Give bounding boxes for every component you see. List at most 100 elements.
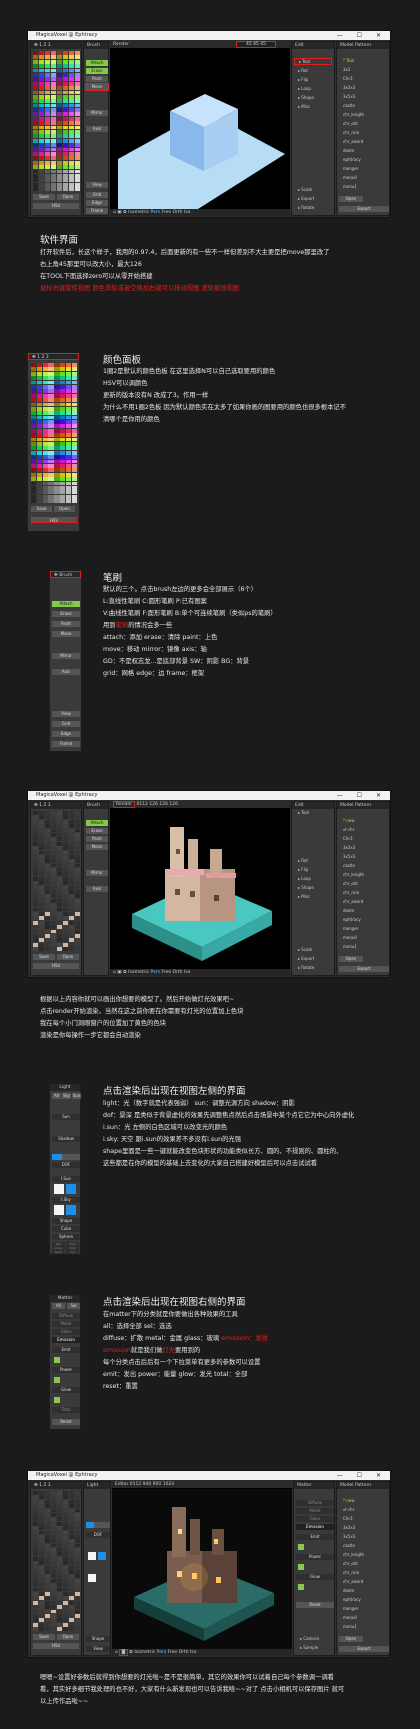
palette-swatch[interactable] bbox=[68, 94, 75, 99]
palette-swatch[interactable] bbox=[36, 433, 43, 438]
palette-swatch[interactable] bbox=[33, 1578, 39, 1583]
edit-header[interactable]: Edit bbox=[292, 42, 334, 49]
palette-swatch[interactable] bbox=[31, 490, 37, 495]
palette-swatch[interactable] bbox=[44, 947, 51, 951]
palette-swatch[interactable] bbox=[50, 1605, 57, 1609]
palette-swatch[interactable] bbox=[56, 103, 63, 108]
palette-swatch[interactable] bbox=[33, 890, 39, 894]
palette-swatch[interactable] bbox=[62, 1618, 69, 1623]
total-button[interactable]: Total bbox=[52, 1407, 80, 1413]
palette-swatch[interactable] bbox=[71, 490, 77, 495]
palette-swatch[interactable] bbox=[56, 1543, 63, 1548]
palette-swatch[interactable] bbox=[50, 99, 57, 104]
palette-swatch[interactable] bbox=[68, 59, 75, 64]
model-list-item[interactable]: doom bbox=[339, 908, 387, 915]
palette-swatch[interactable] bbox=[68, 942, 75, 947]
palette-swatch[interactable] bbox=[36, 371, 43, 376]
palette-swatch[interactable] bbox=[54, 384, 60, 389]
palette-swatch[interactable] bbox=[68, 108, 75, 112]
palette-swatch[interactable] bbox=[74, 885, 80, 890]
edit-header[interactable]: Edit bbox=[292, 802, 334, 809]
palette-swatch[interactable] bbox=[33, 898, 39, 903]
axis-button[interactable]: Axis bbox=[52, 669, 80, 675]
palette-swatch[interactable] bbox=[50, 1526, 57, 1530]
palette-swatch[interactable] bbox=[62, 929, 69, 934]
palette-swatch[interactable] bbox=[62, 99, 69, 104]
dof-slider[interactable] bbox=[52, 1154, 80, 1160]
palette-swatch[interactable] bbox=[56, 885, 63, 890]
palette-swatch[interactable] bbox=[65, 389, 72, 394]
palette-swatch[interactable] bbox=[31, 367, 37, 372]
palette-swatch[interactable] bbox=[44, 182, 51, 187]
palette-swatch[interactable] bbox=[62, 890, 69, 894]
palette-swatch[interactable] bbox=[50, 1521, 57, 1526]
palette-swatch[interactable] bbox=[50, 187, 57, 191]
palette-swatch[interactable] bbox=[68, 51, 75, 55]
palette-swatch[interactable] bbox=[50, 130, 57, 134]
palette-swatch[interactable] bbox=[50, 1578, 57, 1583]
palette-swatch[interactable] bbox=[74, 846, 80, 850]
palette-swatch[interactable] bbox=[31, 437, 37, 442]
palette-swatch[interactable] bbox=[62, 1495, 69, 1500]
open-button[interactable]: Open bbox=[57, 1634, 79, 1640]
palette-swatch[interactable] bbox=[62, 151, 69, 156]
palette-swatch[interactable] bbox=[33, 51, 39, 55]
palette-swatch[interactable] bbox=[50, 1596, 57, 1601]
model-list-item[interactable]: chr_rain bbox=[339, 890, 387, 897]
palette-swatch[interactable] bbox=[33, 1495, 39, 1500]
palette-swatch[interactable] bbox=[50, 1491, 57, 1495]
palette-swatch[interactable] bbox=[44, 933, 51, 938]
palette-swatch[interactable] bbox=[38, 156, 45, 161]
isun-button[interactable]: I.Sun bbox=[52, 1176, 80, 1182]
color-palette[interactable] bbox=[31, 363, 77, 503]
palette-swatch[interactable] bbox=[36, 446, 43, 451]
diffuse-button[interactable]: Diffuse bbox=[296, 1500, 334, 1506]
palette-swatch[interactable] bbox=[38, 863, 45, 868]
palette-swatch[interactable] bbox=[48, 411, 54, 416]
palette-swatch[interactable] bbox=[54, 389, 60, 394]
palette-swatch[interactable] bbox=[44, 1583, 51, 1587]
palette-swatch[interactable] bbox=[38, 81, 45, 86]
palette-swatch[interactable] bbox=[68, 1552, 75, 1557]
palette-swatch[interactable] bbox=[62, 894, 69, 899]
export-item[interactable]: ▸ Export bbox=[294, 196, 332, 203]
model-list-item[interactable]: castle bbox=[339, 863, 387, 870]
palette-swatch[interactable] bbox=[42, 455, 48, 459]
palette-swatch[interactable] bbox=[60, 367, 66, 372]
palette-swatch[interactable] bbox=[33, 1618, 39, 1623]
palette-swatch[interactable] bbox=[38, 1591, 45, 1596]
palette-swatch[interactable] bbox=[50, 1499, 57, 1504]
palette-swatch[interactable] bbox=[60, 433, 66, 438]
palette-swatch[interactable] bbox=[62, 165, 69, 169]
diffuse-button[interactable]: Diffuse bbox=[52, 1313, 80, 1319]
open-button[interactable]: Open bbox=[57, 194, 79, 200]
palette-swatch[interactable] bbox=[33, 55, 39, 60]
model-list-item[interactable]: 3x5x3 bbox=[339, 854, 387, 861]
palette-swatch[interactable] bbox=[42, 494, 48, 499]
palette-swatch[interactable] bbox=[33, 151, 39, 156]
palette-swatch[interactable] bbox=[65, 485, 72, 490]
palette-swatch[interactable] bbox=[62, 1587, 69, 1592]
hsv-button[interactable]: HSV bbox=[33, 1643, 79, 1649]
palette-swatch[interactable] bbox=[44, 1495, 51, 1500]
palette-swatch[interactable] bbox=[65, 367, 72, 372]
palette-swatch[interactable] bbox=[44, 187, 51, 191]
palette-swatch[interactable] bbox=[50, 1552, 57, 1557]
palette-swatch[interactable] bbox=[68, 916, 75, 921]
palette-swatch[interactable] bbox=[74, 1591, 80, 1596]
palette-swatch[interactable] bbox=[36, 485, 43, 490]
model-list-item[interactable]: ♂ chr bbox=[339, 827, 387, 834]
palette-swatch[interactable] bbox=[74, 863, 80, 868]
palette-swatch[interactable] bbox=[56, 828, 63, 833]
palette-swatch[interactable] bbox=[74, 125, 80, 130]
palette-swatch[interactable] bbox=[54, 485, 60, 490]
palette-swatch[interactable] bbox=[60, 499, 66, 503]
palette-swatch[interactable] bbox=[50, 933, 57, 938]
palette-swatch[interactable] bbox=[54, 376, 60, 380]
palette-swatch[interactable] bbox=[44, 920, 51, 925]
palette-swatch[interactable] bbox=[74, 121, 80, 126]
palette-swatch[interactable] bbox=[60, 463, 66, 468]
model-list-item[interactable]: ephtracy bbox=[339, 157, 387, 164]
palette-swatch[interactable] bbox=[68, 1574, 75, 1579]
palette-swatch[interactable] bbox=[54, 459, 60, 464]
